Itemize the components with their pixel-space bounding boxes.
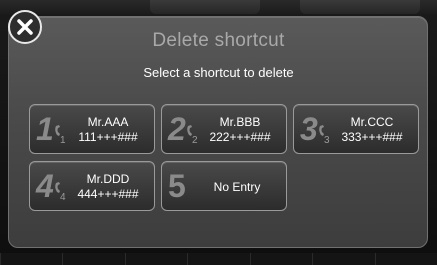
close-icon xyxy=(17,19,33,35)
shortcut-name: Mr.AAA xyxy=(87,115,129,129)
shortcut-name: Mr.DDD xyxy=(86,172,130,186)
dialog-subtitle: Select a shortcut to delete xyxy=(143,65,294,80)
shortcut-number: 5 xyxy=(168,168,186,204)
background-tab xyxy=(300,0,420,14)
shortcut-name: Mr.BBB xyxy=(219,115,261,129)
shortcut-2-button[interactable]: 2 2 Mr.BBB 222+++### xyxy=(161,104,287,154)
shortcut-number: 3 xyxy=(300,111,318,147)
close-button[interactable] xyxy=(8,10,42,44)
shortcut-4-button[interactable]: 4 4 Mr.DDD 444+++### xyxy=(29,161,155,211)
background-bottom-bar xyxy=(0,253,437,265)
screen: Delete shortcut Select a shortcut to del… xyxy=(0,0,437,265)
shortcut-empty-label: No Entry xyxy=(213,180,261,194)
shortcut-sub-number: 3 xyxy=(324,135,330,146)
shortcut-name: Mr.CCC xyxy=(350,115,394,129)
shortcut-5-button[interactable]: 5 No Entry xyxy=(161,161,287,211)
shortcut-phone: 111+++### xyxy=(78,130,138,144)
shortcut-1-button[interactable]: 1 1 Mr.AAA 111+++### xyxy=(29,104,155,154)
dialog-title: Delete shortcut xyxy=(152,30,285,51)
shortcut-phone: 222+++### xyxy=(209,130,271,144)
background-top-strip xyxy=(0,0,437,14)
shortcut-sub-number: 1 xyxy=(60,135,66,146)
shortcut-number: 1 xyxy=(36,111,54,147)
shortcut-3-button[interactable]: 3 3 Mr.CCC 333+++### xyxy=(293,104,419,154)
shortcut-phone: 444+++### xyxy=(77,187,139,201)
shortcut-phone: 333+++### xyxy=(341,130,403,144)
shortcut-sub-number: 2 xyxy=(192,135,198,146)
background-tab xyxy=(150,0,260,14)
shortcut-sub-number: 4 xyxy=(60,192,66,203)
shortcut-number: 2 xyxy=(168,111,186,147)
shortcut-number: 4 xyxy=(36,168,54,204)
